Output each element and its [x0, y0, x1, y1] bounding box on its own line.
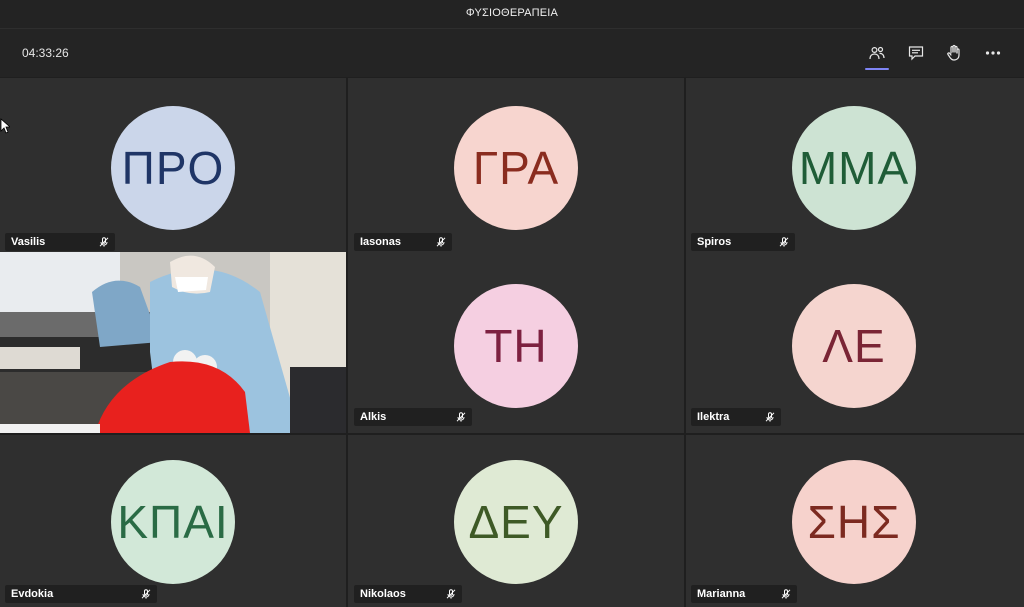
- avatar: ΚΠΑΙ: [111, 460, 235, 584]
- raise-hand-button[interactable]: [940, 39, 968, 67]
- avatar: ΔΕΥ: [454, 460, 578, 584]
- participant-name: Spiros: [697, 236, 732, 248]
- mic-off-icon: [446, 589, 456, 599]
- participant-tile[interactable]: ΜΜΑ Spiros: [686, 78, 1024, 252]
- participant-name: Iasonas: [360, 236, 401, 248]
- participant-grid: ΠΡΟ Vasilis ΓΡΑ Iasonas ΜΜΑ Spiros ΤΗ Al…: [0, 78, 1024, 607]
- name-tag: Iasonas: [354, 233, 452, 251]
- meeting-toolbar: 04:33:26: [0, 29, 1024, 77]
- avatar: ΛΕ: [792, 284, 916, 408]
- name-tag: Marianna: [691, 585, 797, 603]
- participant-video: [0, 252, 346, 433]
- participant-name: Evdokia: [11, 588, 54, 600]
- participant-name: Alkis: [360, 411, 387, 423]
- participant-tile[interactable]: ΠΡΟ Vasilis: [0, 78, 346, 252]
- more-options-icon: [985, 51, 1001, 55]
- avatar: ΣΗΣ: [792, 460, 916, 584]
- name-tag: Nikolaos: [354, 585, 462, 603]
- name-tag: Spiros: [691, 233, 795, 251]
- show-conversation-button[interactable]: [902, 39, 930, 67]
- name-tag: Ilektra: [691, 408, 781, 426]
- people-icon: [869, 46, 885, 60]
- avatar: ΓΡΑ: [454, 106, 578, 230]
- participant-name: Vasilis: [11, 236, 46, 248]
- participant-name: Marianna: [697, 588, 746, 600]
- window-title: ΦΥΣΙΟΘΕΡΑΠΕΙΑ: [465, 7, 559, 19]
- more-actions-button[interactable]: [979, 39, 1007, 67]
- meeting-timer: 04:33:26: [22, 46, 69, 60]
- mic-off-icon: [456, 412, 466, 422]
- avatar: ΠΡΟ: [111, 106, 235, 230]
- participant-tile[interactable]: ΣΗΣ Marianna: [686, 435, 1024, 607]
- name-tag: Evdokia: [5, 585, 157, 603]
- mic-off-icon: [765, 412, 775, 422]
- participant-tile[interactable]: ΔΕΥ Nikolaos: [348, 435, 684, 607]
- mic-off-icon: [781, 589, 791, 599]
- name-tag: Vasilis: [5, 233, 115, 251]
- avatar: ΜΜΑ: [792, 106, 916, 230]
- mic-off-icon: [779, 237, 789, 247]
- participant-tile[interactable]: ΚΠΑΙ Evdokia: [0, 435, 346, 607]
- participant-tile[interactable]: ΓΡΑ Iasonas: [348, 78, 684, 252]
- video-feed-tile[interactable]: [0, 252, 346, 433]
- participant-name: Ilektra: [697, 411, 730, 423]
- mic-off-icon: [141, 589, 151, 599]
- name-tag: Alkis: [354, 408, 472, 426]
- mouse-cursor-icon: [0, 118, 10, 134]
- participant-tile[interactable]: ΛΕ Ilektra: [686, 252, 1024, 433]
- mic-off-icon: [99, 237, 109, 247]
- raise-hand-icon: [947, 44, 960, 61]
- title-bar: ΦΥΣΙΟΘΕΡΑΠΕΙΑ: [0, 0, 1024, 29]
- show-participants-button[interactable]: [863, 39, 891, 70]
- participant-name: Nikolaos: [360, 588, 406, 600]
- avatar: ΤΗ: [454, 284, 578, 408]
- participant-tile[interactable]: ΤΗ Alkis: [348, 252, 684, 433]
- mic-off-icon: [436, 237, 446, 247]
- chat-icon: [908, 46, 924, 61]
